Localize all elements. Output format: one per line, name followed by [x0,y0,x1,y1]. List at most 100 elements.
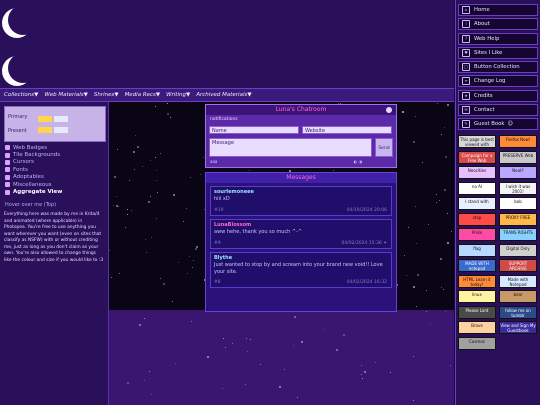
web-badge[interactable]: bear [499,290,537,303]
star-decoration [187,273,189,275]
star-decoration [415,242,417,244]
web-badge[interactable]: PROXY FREE [499,212,537,226]
nav-guest-book[interactable]: ✎ Guest Book ☺ [458,118,538,130]
chat-footer: aaa ◐ ◑ [210,159,392,164]
nav-web-help[interactable]: ? Web Help [458,33,538,45]
star-decoration [126,208,128,210]
nav-home[interactable]: ⌂ Home [458,4,538,16]
message-item: Blythe Just wanted to stop by and scream… [210,252,392,288]
star-decoration [126,213,128,215]
web-badge[interactable]: This page is best viewed with [458,135,496,148]
link-tile-backgrounds[interactable]: Tile Backgrounds [5,151,105,158]
web-badge[interactable]: Firefox Now! [499,135,537,148]
web-badge[interactable]: View and Sign My Guestbook [499,321,537,334]
star-decoration [417,274,420,277]
nav-shrines[interactable]: Shrines▼ [94,92,119,98]
palette-swatch[interactable] [38,116,52,122]
star-decoration [113,205,114,207]
star-decoration [429,323,431,325]
message-date: 04/02/2024 15:36 ✦ [341,241,387,246]
star-decoration [414,116,416,118]
web-badge[interactable]: Cosmos [458,336,496,350]
message-author[interactable]: LunaBlossom [214,222,251,228]
emoji-icons[interactable]: ◐ ◑ [354,159,362,164]
star-decoration [445,155,448,158]
web-badge[interactable]: Please Lord [458,305,496,319]
link-miscellaneous[interactable]: Miscellaneous [5,181,105,188]
link-adoptables[interactable]: Adoptables [5,174,105,181]
name-field[interactable]: Name [209,126,299,134]
link-web-badges[interactable]: Web Badges [5,144,105,151]
nav-change-log[interactable]: ≡ Change Log [458,75,538,87]
web-badge[interactable]: Campaign for a Free Web [458,150,496,164]
message-number: #8 [214,280,221,285]
message-author[interactable]: sourlemoneee [214,189,254,195]
palette-swatch[interactable] [38,127,52,133]
web-badge[interactable]: Neat? [499,166,537,179]
web-badge[interactable]: linux [458,290,496,303]
star-decoration [415,206,417,208]
web-badge[interactable]: Brave [458,321,496,334]
nav-collections[interactable]: Collections▼ [4,92,38,98]
web-badge[interactable]: I wish it was 2001! [499,181,537,195]
star-decoration [115,205,118,207]
web-badge[interactable]: Pride [458,228,496,241]
messages-title: Messages [206,173,396,183]
site-header [0,0,454,88]
star-decoration [207,355,210,358]
web-badge[interactable]: bob [499,197,537,210]
web-badge[interactable]: MADE WITH notepad [458,259,496,272]
help-icon: ? [462,35,470,43]
message-number: #9 [214,241,221,246]
web-badge[interactable]: TRANS RIGHTS [499,228,537,241]
star-decoration [441,133,443,135]
nav-sites-i-like[interactable]: ♥ Sites I Like [458,47,538,59]
web-badge[interactable]: Digital Only [499,243,537,257]
message-author[interactable]: Blythe [214,255,232,261]
hover-hint: Hover over me (Top) [5,202,57,208]
star-decoration [154,156,156,158]
star-decoration [125,226,127,228]
web-badge[interactable]: flag [458,243,496,257]
link-aggregate-view[interactable]: Aggregate View [5,188,105,195]
star-decoration [293,316,296,319]
web-badge[interactable]: Made with Notepad [499,274,537,288]
nav-button-collection[interactable]: □ Button Collection [458,61,538,73]
notifications-toggle[interactable]: notifications [210,117,238,122]
nav-media-recs[interactable]: Media Recs▼ [125,92,161,98]
nav-archived-materials[interactable]: Archived Materials▼ [196,92,251,98]
web-badge[interactable]: stop [458,212,496,226]
web-badge[interactable]: HTML Learn it today! [458,274,496,288]
messages-panel: Messages sourlemoneee hiii xD #19 04/19/… [205,172,397,312]
star-decoration [162,283,165,286]
nav-writing[interactable]: Writing▼ [166,92,190,98]
link-cursors[interactable]: Cursors [5,159,105,166]
star-decoration [223,338,225,340]
send-button[interactable]: Send [375,138,393,157]
nav-credits[interactable]: ★ Credits [458,90,538,102]
star-decoration [186,208,187,210]
star-decoration [440,257,443,260]
web-badge[interactable]: follow me on tumblr [499,305,537,319]
nav-about[interactable]: i About [458,18,538,30]
link-fonts[interactable]: Fonts [5,166,105,173]
moon-icon [2,5,38,38]
palette-swatch[interactable] [54,127,68,133]
message-field[interactable]: Message [209,138,372,157]
web-badge[interactable]: Neocities [458,166,496,179]
star-decoration [444,310,446,312]
website-field[interactable]: Website [302,126,392,134]
web-badge[interactable]: SUPPORT ARCHIVE [499,259,537,272]
web-badge[interactable]: PRESERVE Web [499,150,537,164]
star-decoration [145,252,147,254]
star-decoration [412,399,414,401]
nav-contact[interactable]: ✉ Contact [458,104,538,116]
close-icon[interactable] [386,107,392,113]
star-decoration [190,321,192,323]
star-decoration [155,169,157,171]
web-badge[interactable]: no AI [458,181,496,195]
web-badge[interactable]: I stand with [458,197,496,210]
star-decoration [147,201,150,204]
palette-swatch[interactable] [54,116,68,122]
nav-web-materials[interactable]: Web Materials▼ [44,92,88,98]
